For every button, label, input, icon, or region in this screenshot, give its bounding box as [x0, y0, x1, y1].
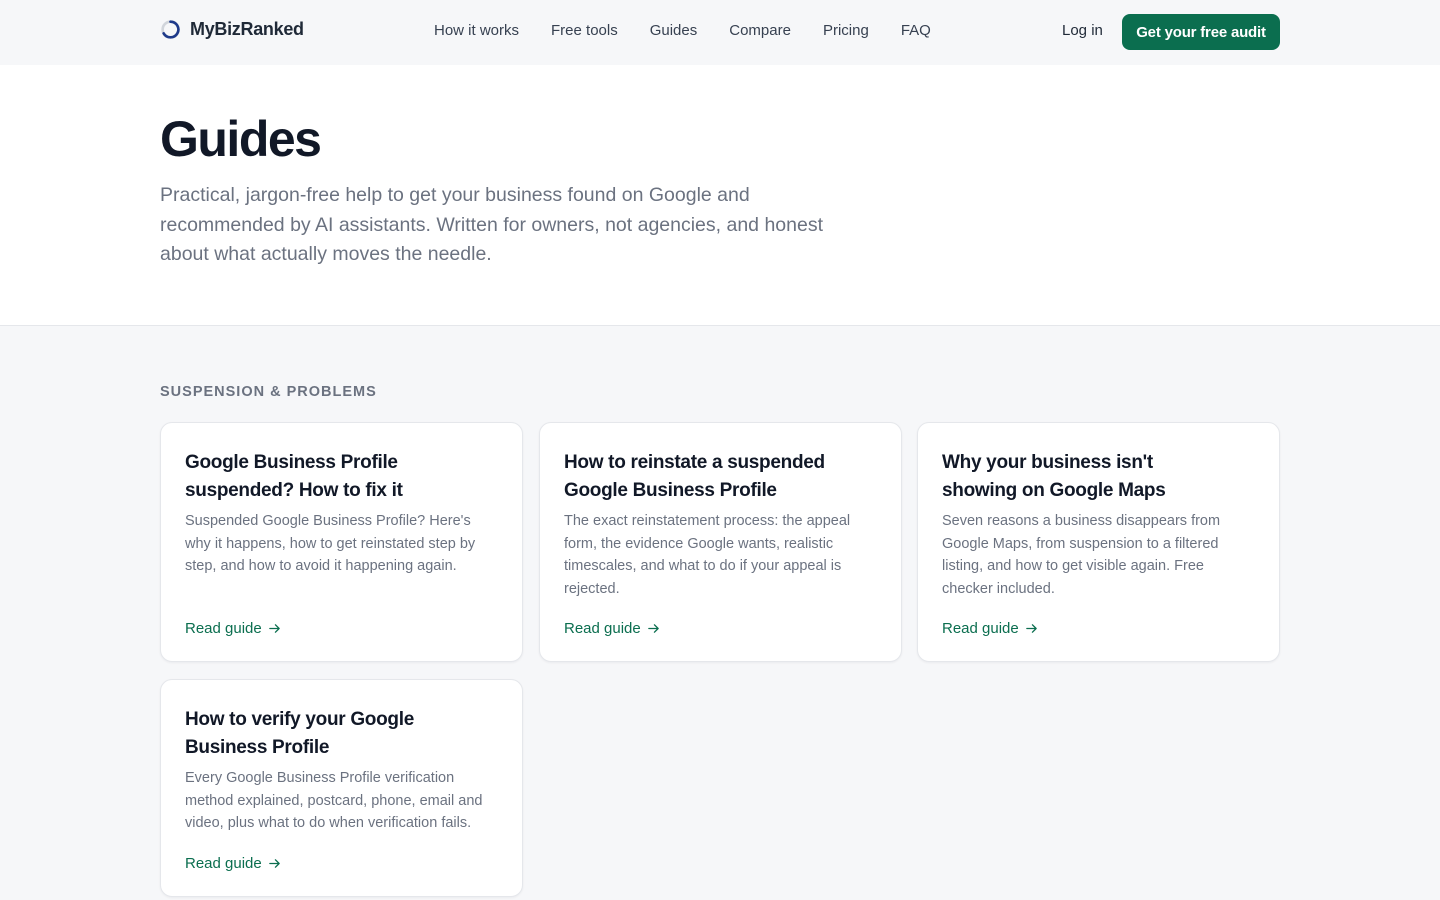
arrow-right-icon: [1025, 624, 1037, 633]
guide-card-description: The exact reinstatement process: the app…: [564, 513, 851, 597]
read-guide-label: Read guide: [185, 855, 262, 872]
brand-link[interactable]: MyBizRanked: [160, 19, 304, 40]
guide-card-title[interactable]: Why your business isn't showing on Googl…: [942, 449, 1212, 505]
read-guide-link[interactable]: Read guide: [942, 620, 1038, 637]
login-link[interactable]: Log in: [1062, 22, 1103, 39]
read-guide-label: Read guide: [564, 620, 641, 637]
guide-card-title[interactable]: How to reinstate a suspended Google Busi…: [564, 449, 834, 505]
hero: Guides Practical, jargon-free help to ge…: [0, 65, 1440, 326]
read-guide-label: Read guide: [942, 620, 1019, 637]
guide-card[interactable]: Google Business Profile suspended? How t…: [160, 422, 523, 662]
read-guide-link[interactable]: Read guide: [564, 620, 660, 637]
guide-card[interactable]: How to reinstate a suspended Google Busi…: [539, 422, 902, 662]
read-guide-label: Read guide: [185, 620, 262, 637]
nav-faq[interactable]: FAQ: [901, 22, 931, 39]
guide-card-description: Seven reasons a business disappears from…: [942, 513, 1221, 597]
brand-name: MyBizRanked: [190, 19, 304, 39]
guide-card-title[interactable]: Google Business Profile suspended? How t…: [185, 449, 455, 505]
nav-compare[interactable]: Compare: [729, 22, 791, 39]
guide-card[interactable]: Why your business isn't showing on Googl…: [917, 422, 1280, 662]
guide-card[interactable]: How to verify your Google Business Profi…: [160, 679, 523, 897]
guide-card-title[interactable]: How to verify your Google Business Profi…: [185, 706, 455, 762]
free-audit-button[interactable]: Get your free audit: [1122, 14, 1280, 50]
section-label: SUSPENSION & PROBLEMS: [160, 384, 377, 400]
arrow-right-icon: [268, 624, 280, 633]
guide-card-description: Every Google Business Profile verificati…: [185, 770, 483, 831]
nav-pricing[interactable]: Pricing: [823, 22, 869, 39]
page-subtitle: Practical, jargon-free help to get your …: [160, 184, 823, 265]
page-title: Guides: [160, 111, 322, 167]
ring-logo-icon: [161, 20, 180, 39]
main-nav: How it works Free tools Guides Compare P…: [434, 22, 931, 39]
arrow-right-icon: [647, 624, 659, 633]
nav-free-tools[interactable]: Free tools: [551, 22, 618, 39]
read-guide-link[interactable]: Read guide: [185, 620, 281, 637]
nav-how-it-works[interactable]: How it works: [434, 22, 519, 39]
site-header: MyBizRanked How it works Free tools Guid…: [0, 0, 1440, 65]
arrow-right-icon: [268, 859, 280, 868]
nav-guides[interactable]: Guides: [650, 22, 698, 39]
guide-card-description: Suspended Google Business Profile? Here'…: [185, 513, 476, 574]
read-guide-link[interactable]: Read guide: [185, 855, 281, 872]
